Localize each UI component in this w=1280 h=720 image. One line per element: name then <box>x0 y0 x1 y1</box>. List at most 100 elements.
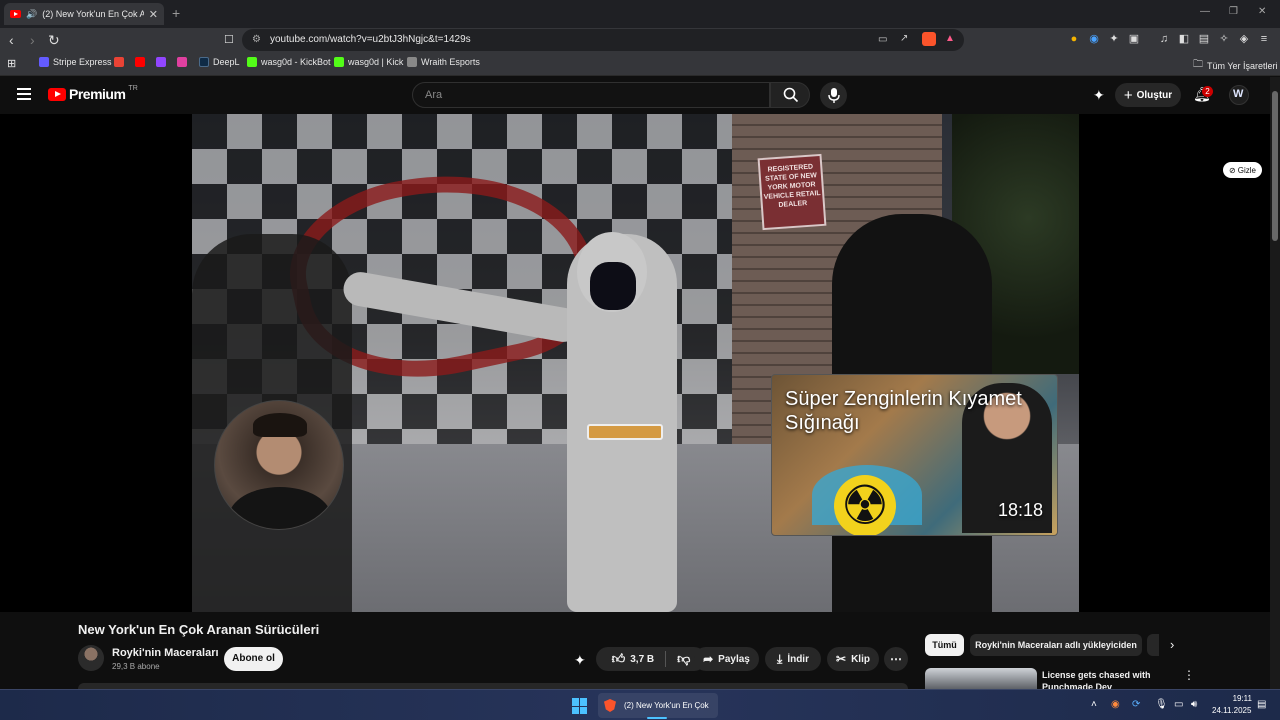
more-vertical-icon[interactable]: ⋮ <box>1183 668 1195 682</box>
chevron-right-icon[interactable]: › <box>1170 637 1174 652</box>
account-avatar[interactable]: W <box>1229 85 1249 105</box>
network-icon[interactable]: ▭ <box>1174 699 1183 710</box>
download-button[interactable]: ⤓ İndir <box>765 647 821 671</box>
share-icon[interactable]: ↗ <box>900 33 908 44</box>
share-arrow-icon: ➦ <box>703 652 714 666</box>
tray-sync-icon[interactable]: ⟳ <box>1132 699 1140 710</box>
download-icon: ⤓ <box>777 651 783 666</box>
scissors-icon: ✂ <box>836 652 847 666</box>
notification-center-icon[interactable]: ▤ <box>1257 699 1266 710</box>
windows-taskbar: (2) New York'un En Çok ˄ ◉ ⟳ 🎙︎ ▭ 🔊︎ 19:… <box>0 689 1280 720</box>
search-icon <box>783 87 799 103</box>
scrollbar-thumb[interactable] <box>1272 91 1278 241</box>
hamburger-menu-icon[interactable] <box>17 88 31 100</box>
media-icon[interactable]: ♫ <box>1158 33 1170 45</box>
chip-from-uploader[interactable]: Royki'nin Maceraları adlı yükleyiciden <box>970 634 1142 656</box>
divider <box>665 651 667 667</box>
video-player[interactable]: REGISTERED STATE OF NEW YORK MOTOR VEHIC… <box>192 114 1079 612</box>
endscreen-video-card[interactable]: Süper Zenginlerin Kıyamet Sığınağı 18:18 <box>771 374 1058 536</box>
browser-tab-strip: 🔊 (2) New York'un En Çok Aranan ✕ + — ❐ … <box>0 0 1280 28</box>
hide-endscreen-button[interactable]: ⊘ Gizle <box>1223 162 1262 178</box>
volume-icon[interactable]: 🔊︎ <box>1191 699 1197 710</box>
taskbar-brave-window[interactable]: (2) New York'un En Çok <box>598 693 718 718</box>
browser-tab[interactable]: 🔊 (2) New York'un En Çok Aranan ✕ <box>4 3 164 25</box>
endcard-duration: 18:18 <box>997 500 1043 520</box>
youtube-play-icon <box>48 87 66 101</box>
url-text: youtube.com/watch?v=u2btJ3hNgjc&t=1429s <box>270 34 471 45</box>
tray-app-icon[interactable]: ◉ <box>1111 699 1120 710</box>
thumbs-down-icon[interactable]: 👎︎ <box>677 651 690 667</box>
share-label: Paylaş <box>718 653 750 665</box>
close-tab-icon[interactable]: ✕ <box>149 8 158 21</box>
address-bar[interactable]: ⚙ youtube.com/watch?v=u2btJ3hNgjc&t=1429… <box>242 29 964 51</box>
brave-shields-icon[interactable] <box>922 32 936 46</box>
page-scrollbar[interactable] <box>1270 77 1280 689</box>
bookmark-icon[interactable]: ☐ <box>224 32 234 48</box>
tray-overflow-icon[interactable]: ˄ <box>1091 699 1097 710</box>
extensions-puzzle-icon[interactable]: ✦ <box>1108 33 1120 45</box>
bookmark-kickbot[interactable]: wasg0d - KickBot <box>247 57 331 67</box>
facecam-hair <box>253 413 307 437</box>
youtube-premium-logo[interactable]: Premium TR <box>48 85 138 102</box>
bookmark-gmail[interactable] <box>114 57 124 67</box>
premium-sparkle-icon[interactable]: ✦ <box>574 652 586 669</box>
bookmark-stripe-express[interactable]: Stripe Express <box>39 57 112 67</box>
thumbs-up-icon[interactable]: 👍︎ <box>612 651 626 667</box>
brave-rewards-icon[interactable]: ▲ <box>945 33 955 44</box>
microphone-tray-icon[interactable]: 🎙︎ <box>1155 699 1168 710</box>
chip-partial[interactable] <box>1147 634 1159 656</box>
bookmark-label: Wraith Esports <box>421 57 480 67</box>
forward-icon[interactable]: › <box>30 32 35 48</box>
chip-all[interactable]: Tümü <box>925 634 964 656</box>
back-icon[interactable]: ‹ <box>9 32 14 48</box>
apps-grid-icon[interactable]: ⊞ <box>7 57 16 70</box>
bookmark-misc[interactable] <box>177 57 187 67</box>
logo-text: Premium <box>69 86 126 102</box>
clock-date[interactable]: 24.11.2025 <box>1212 706 1251 715</box>
channel-name[interactable]: Royki'nin Maceraları <box>112 647 219 659</box>
minimize-icon[interactable]: — <box>1200 6 1210 17</box>
menu-icon[interactable]: ≡ <box>1258 33 1270 45</box>
bookmark-deepl[interactable]: DeepL <box>199 57 240 67</box>
recommended-video-title[interactable]: License gets chased with Punchmade Dev <box>1042 669 1162 689</box>
bookmark-wraith[interactable]: Wraith Esports <box>407 57 480 67</box>
voice-search-button[interactable] <box>820 82 847 109</box>
windows-start-icon[interactable] <box>572 698 588 714</box>
vpn-icon[interactable]: ◈ <box>1238 33 1250 45</box>
speaker-icon[interactable]: 🔊 <box>26 9 37 20</box>
bookmark-twitch[interactable] <box>156 57 166 67</box>
recommended-video-thumbnail[interactable] <box>925 668 1037 689</box>
extension-icon[interactable]: ● <box>1068 33 1080 45</box>
site-info-icon[interactable]: ⚙ <box>252 34 261 45</box>
wallet-icon[interactable]: ▤ <box>1198 33 1210 45</box>
search-input[interactable]: Ara <box>412 82 770 108</box>
channel-avatar[interactable] <box>78 645 104 671</box>
new-tab-icon[interactable]: + <box>172 5 180 21</box>
extension-icon[interactable]: ◉ <box>1088 33 1100 45</box>
more-actions-button[interactable]: ⋯ <box>884 647 908 671</box>
youtube-header: Premium TR Ara ✦ + Oluştur 🔔︎ 2 W <box>0 77 1280 114</box>
close-window-icon[interactable]: ✕ <box>1258 6 1266 17</box>
food-tray <box>587 424 663 440</box>
extension-icon[interactable]: ▣ <box>1128 33 1140 45</box>
brave-browser-icon <box>604 699 616 712</box>
subscribe-button[interactable]: Abone ol <box>224 647 283 671</box>
bookmark-kick[interactable]: wasg0d | Kick <box>334 57 403 67</box>
leo-ai-icon[interactable]: ✧ <box>1218 33 1230 45</box>
premium-sparkle-icon[interactable]: ✦ <box>1093 87 1105 104</box>
sidebar-icon[interactable]: ◧ <box>1178 33 1190 45</box>
search-button[interactable] <box>770 82 810 108</box>
cast-icon[interactable]: ▭ <box>878 34 887 45</box>
clip-button[interactable]: ✂ Klip <box>827 647 879 671</box>
gmail-icon <box>114 57 124 67</box>
clock-time[interactable]: 19:11 <box>1228 694 1252 703</box>
bookmark-youtube[interactable] <box>135 57 145 67</box>
create-button[interactable]: + Oluştur <box>1115 83 1181 107</box>
share-button[interactable]: ➦ Paylaş <box>694 647 759 671</box>
youtube-icon <box>135 57 145 67</box>
like-count[interactable]: 3,7 B <box>630 654 654 665</box>
restore-icon[interactable]: ❐ <box>1229 6 1238 17</box>
reload-icon[interactable]: ↻ <box>48 32 60 48</box>
all-bookmarks-folder[interactable]: 🗀 Tüm Yer İşaretleri <box>1193 57 1278 74</box>
radiation-icon <box>834 475 896 535</box>
